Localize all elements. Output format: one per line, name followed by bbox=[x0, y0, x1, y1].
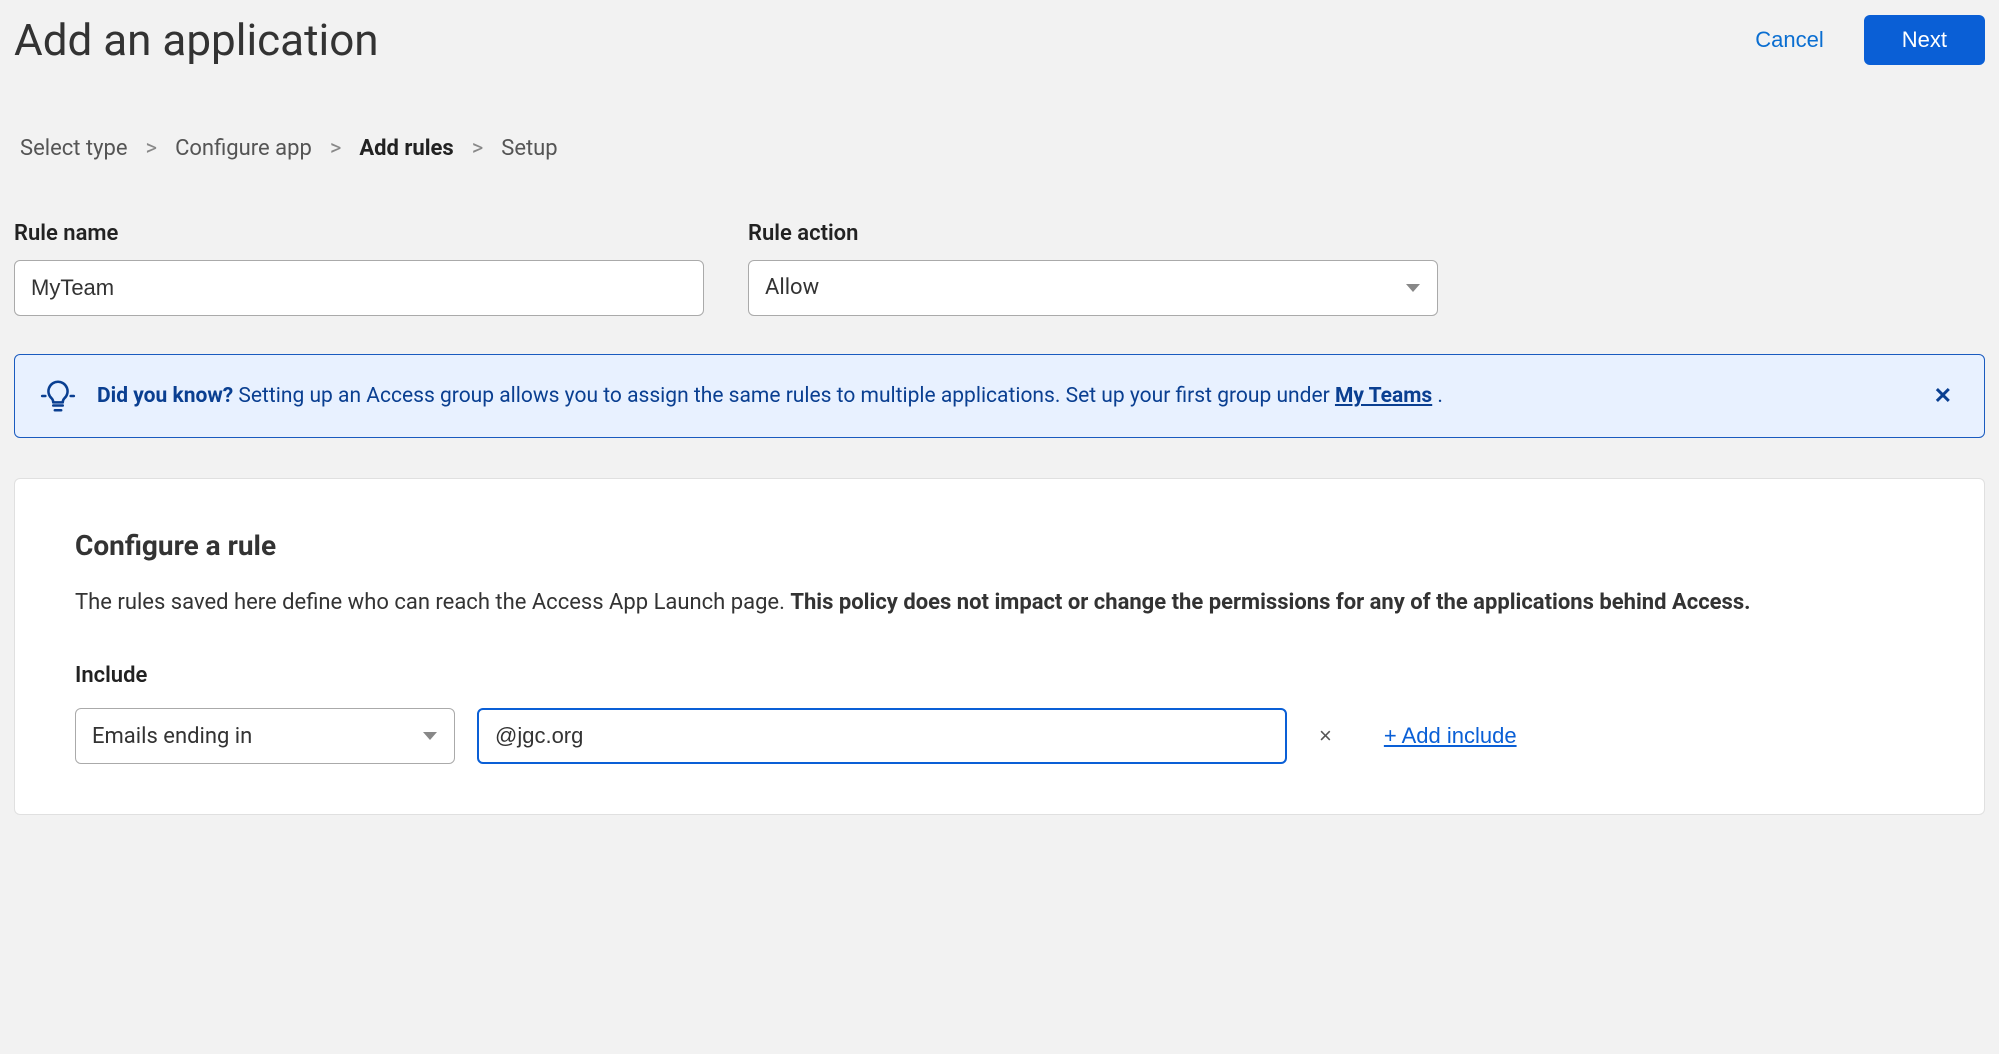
next-button[interactable]: Next bbox=[1864, 15, 1985, 65]
chevron-right-icon: > bbox=[472, 136, 484, 161]
configure-rule-panel: Configure a rule The rules saved here de… bbox=[14, 478, 1985, 815]
include-row: Emails ending in × + Add include bbox=[75, 708, 1924, 764]
banner-suffix: . bbox=[1432, 384, 1443, 408]
include-value-input[interactable] bbox=[477, 708, 1287, 764]
header-actions: Cancel Next bbox=[1755, 15, 1985, 65]
breadcrumb-configure-app[interactable]: Configure app bbox=[175, 136, 312, 161]
rule-name-input[interactable] bbox=[14, 260, 704, 316]
page-title: Add an application bbox=[14, 14, 379, 66]
breadcrumb-select-type[interactable]: Select type bbox=[20, 136, 128, 161]
rule-name-group: Rule name bbox=[14, 221, 704, 316]
breadcrumb-add-rules[interactable]: Add rules bbox=[359, 136, 453, 161]
close-icon[interactable]: ✕ bbox=[1926, 383, 1960, 409]
rule-action-label: Rule action bbox=[748, 221, 1438, 246]
panel-desc-plain: The rules saved here define who can reac… bbox=[75, 590, 790, 615]
rule-action-select-wrap: Allow bbox=[748, 260, 1438, 316]
rule-action-select[interactable]: Allow bbox=[748, 260, 1438, 316]
info-banner: Did you know? Setting up an Access group… bbox=[14, 354, 1985, 438]
banner-text: Did you know? Setting up an Access group… bbox=[97, 384, 1906, 408]
panel-desc-bold: This policy does not impact or change th… bbox=[790, 590, 1750, 615]
chevron-right-icon: > bbox=[146, 136, 158, 161]
include-label: Include bbox=[75, 663, 1924, 688]
my-teams-link[interactable]: My Teams bbox=[1335, 384, 1432, 408]
add-include-button[interactable]: + Add include bbox=[1384, 723, 1517, 749]
lightbulb-icon bbox=[39, 377, 77, 415]
panel-title: Configure a rule bbox=[75, 529, 1924, 562]
rule-form-row: Rule name Rule action Allow bbox=[14, 221, 1985, 316]
page-header: Add an application Cancel Next bbox=[14, 14, 1985, 66]
include-type-select[interactable]: Emails ending in bbox=[75, 708, 455, 764]
remove-include-button[interactable]: × bbox=[1309, 723, 1342, 749]
panel-description: The rules saved here define who can reac… bbox=[75, 586, 1924, 619]
chevron-right-icon: > bbox=[330, 136, 342, 161]
include-type-wrap: Emails ending in bbox=[75, 708, 455, 764]
banner-bold-prefix: Did you know? bbox=[97, 384, 233, 408]
rule-action-group: Rule action Allow bbox=[748, 221, 1438, 316]
rule-name-label: Rule name bbox=[14, 221, 704, 246]
breadcrumb-setup[interactable]: Setup bbox=[501, 136, 557, 161]
cancel-button[interactable]: Cancel bbox=[1755, 27, 1823, 53]
breadcrumb: Select type > Configure app > Add rules … bbox=[14, 136, 1985, 161]
banner-body: Setting up an Access group allows you to… bbox=[233, 384, 1335, 408]
